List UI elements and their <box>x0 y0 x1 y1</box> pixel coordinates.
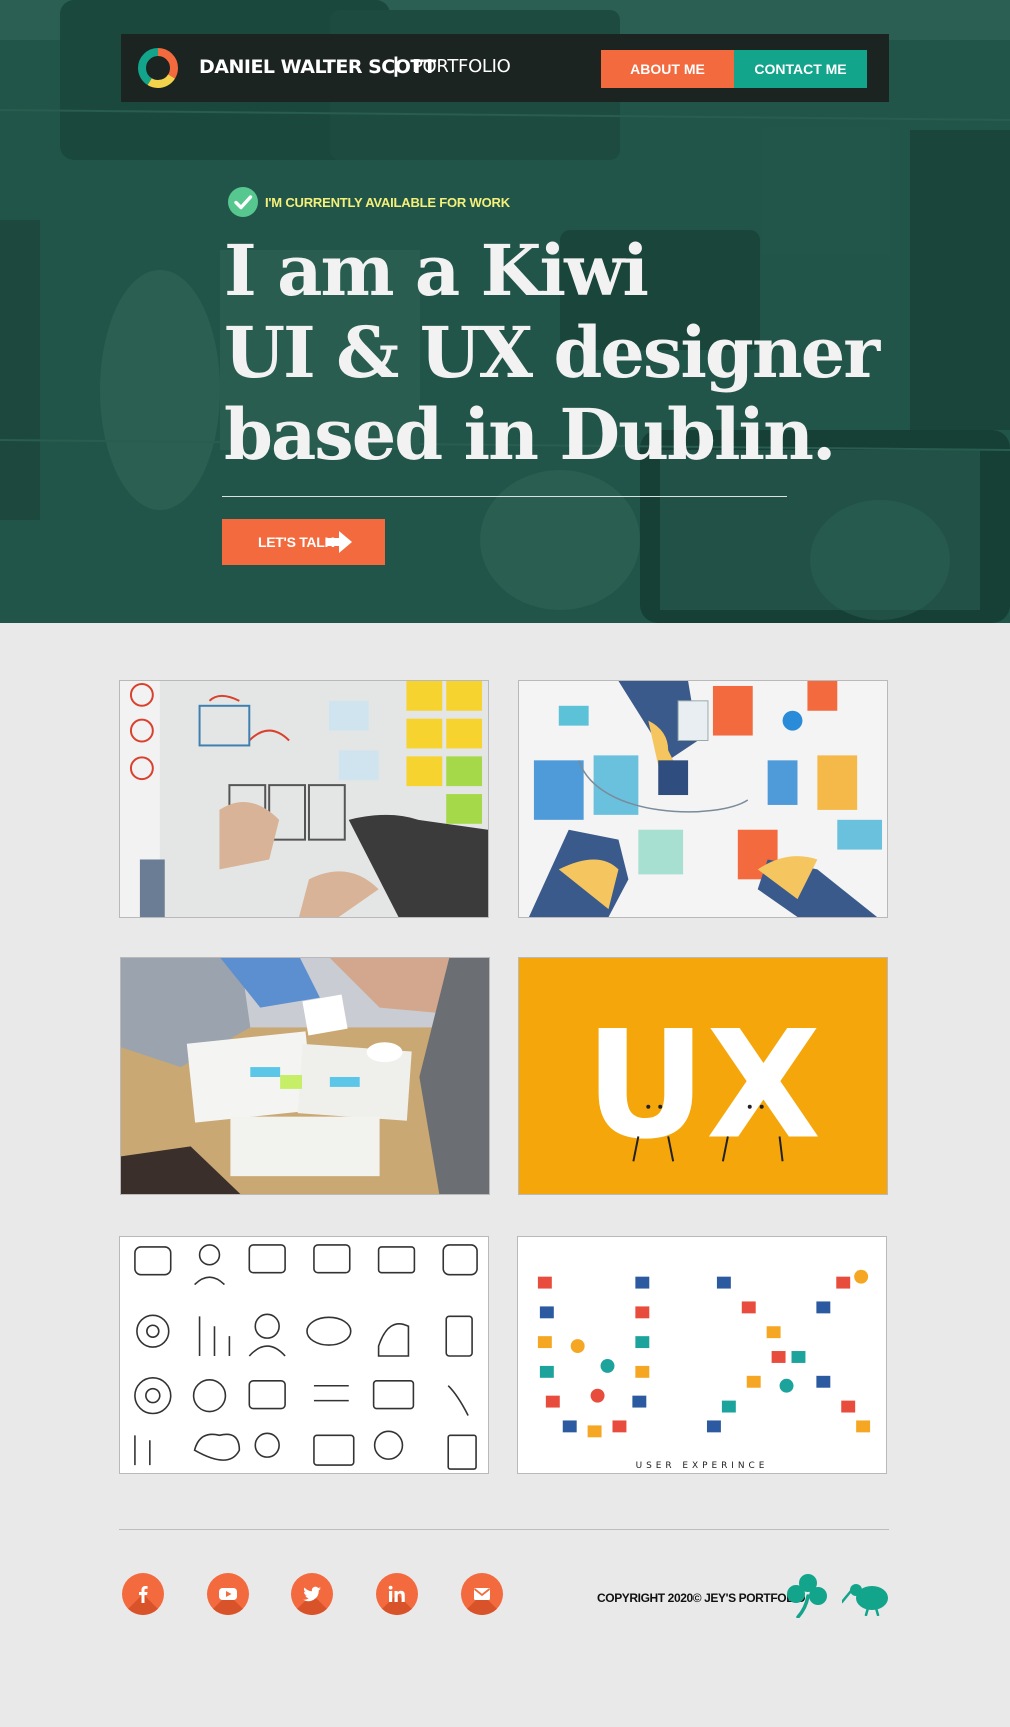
twitter-icon[interactable] <box>291 1573 333 1615</box>
about-me-button[interactable]: ABOUT ME <box>601 50 734 88</box>
hero-section: DANIEL WALTER SCOTT | PORTFOLIO ABOUT ME… <box>0 0 1010 623</box>
footer-divider <box>119 1529 889 1530</box>
gallery-tile-team[interactable] <box>120 957 490 1195</box>
logo-ring-icon <box>138 48 178 88</box>
headline-line-3: based in Dublin. <box>224 393 836 476</box>
ux-illustration-text: UX <box>585 1000 821 1173</box>
brand-subtitle: PORTFOLIO <box>412 56 511 77</box>
top-nav-bar: DANIEL WALTER SCOTT | PORTFOLIO ABOUT ME… <box>121 34 889 102</box>
ux-line-icons-image <box>120 1237 488 1473</box>
mail-icon[interactable] <box>461 1573 503 1615</box>
gallery-tile-icons[interactable] <box>119 1236 489 1474</box>
coding-whiteboard-image <box>120 681 488 917</box>
brand-name: DANIEL WALTER SCOTT <box>199 56 436 78</box>
contact-me-button[interactable]: CONTACT ME <box>734 50 867 88</box>
hero-headline: I am a Kiwi UI & UX designer based in Du… <box>224 229 880 476</box>
headline-line-2: UI & UX designer <box>224 311 880 394</box>
copyright-text: COPYRIGHT 2020© JEY'S PORTFOLIO <box>597 1591 806 1605</box>
flowchart-hands-image <box>519 681 887 917</box>
linkedin-icon[interactable] <box>376 1573 418 1615</box>
gallery-tile-ux-icons[interactable]: USER EXPERINCE <box>517 1236 887 1474</box>
ux-icons-letters-image: USER EXPERINCE <box>518 1237 886 1473</box>
hero-divider <box>222 496 787 497</box>
lets-talk-button[interactable]: LET'S TALK <box>222 519 385 565</box>
gallery-tile-ux[interactable]: UX <box>518 957 888 1195</box>
shamrock-icon <box>787 1574 827 1618</box>
brand-separator: | <box>393 54 399 77</box>
arrow-right-icon <box>326 531 352 553</box>
headline-line-1: I am a Kiwi <box>224 229 649 312</box>
gallery-tile-coding[interactable] <box>119 680 489 918</box>
lets-talk-label: LET'S TALK <box>258 534 335 550</box>
kiwi-bird-icon <box>842 1584 888 1616</box>
gallery-tile-flowchart[interactable] <box>518 680 888 918</box>
youtube-icon[interactable] <box>207 1573 249 1615</box>
facebook-icon[interactable] <box>122 1573 164 1615</box>
ux-letters-image: UX <box>519 958 887 1194</box>
availability-text: I'M CURRENTLY AVAILABLE FOR WORK <box>265 195 510 210</box>
check-icon <box>228 187 258 217</box>
ux-icons-caption: USER EXPERINCE <box>636 1461 769 1471</box>
team-sketching-image <box>121 958 489 1194</box>
